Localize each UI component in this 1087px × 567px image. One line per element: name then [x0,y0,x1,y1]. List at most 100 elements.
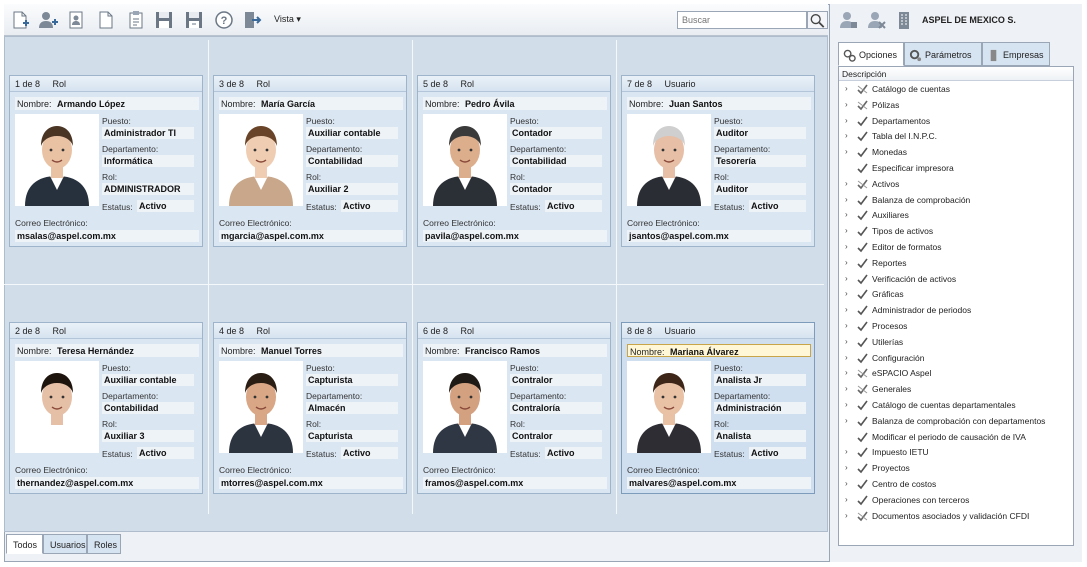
partial-permission-icon[interactable] [857,84,868,95]
tree-item[interactable]: › Procesos [839,319,1073,334]
tab-parametros[interactable]: Parámetros [904,42,982,66]
tree-item[interactable]: › Balanza de comprobación [839,193,1073,208]
tree-item[interactable]: Modificar el periodo de causación de IVA [839,430,1073,445]
check-icon[interactable] [857,479,868,490]
user-card[interactable]: 5 de 8 Rol Nombre: Pedro Ávila Puesto: C… [417,75,611,247]
tree-item[interactable]: › Utilerías [839,335,1073,350]
expand-arrow-icon[interactable]: › [845,84,848,93]
expand-arrow-icon[interactable]: › [845,147,848,156]
partial-permission-icon[interactable] [857,511,868,522]
user-settings-icon[interactable] [838,10,858,30]
tree-item[interactable]: › Editor de formatos [839,240,1073,255]
tree-item[interactable]: › Generales [839,382,1073,397]
check-icon[interactable] [857,116,868,127]
tab-todos[interactable]: Todos [6,534,43,554]
tree-item[interactable]: › Configuración [839,351,1073,366]
remove-user-icon[interactable] [866,10,886,30]
user-profile-icon[interactable] [66,10,86,30]
tree-item[interactable]: › Proyectos [839,461,1073,476]
user-card[interactable]: 3 de 8 Rol Nombre: María García Puesto: … [213,75,407,247]
tree-item[interactable]: › Balanza de comprobación con departament… [839,414,1073,429]
check-icon[interactable] [857,400,868,411]
tree-item[interactable]: › Tabla del I.N.P.C. [839,129,1073,144]
user-card[interactable]: 6 de 8 Rol Nombre: Francisco Ramos Puest… [417,322,611,494]
check-icon[interactable] [857,242,868,253]
search-input[interactable] [677,11,807,29]
expand-arrow-icon[interactable]: › [845,368,848,377]
expand-arrow-icon[interactable]: › [845,447,848,456]
check-icon[interactable] [857,447,868,458]
tab-usuarios[interactable]: Usuarios [43,534,87,554]
clipboard-icon[interactable] [126,10,146,30]
tree-item[interactable]: › Auxiliares [839,208,1073,223]
tree-item[interactable]: › Catálogo de cuentas [839,82,1073,97]
check-icon[interactable] [857,163,868,174]
tree-item[interactable]: › Catálogo de cuentas departamentales [839,398,1073,413]
tree-item[interactable]: › Operaciones con terceros [839,493,1073,508]
check-icon[interactable] [857,337,868,348]
check-icon[interactable] [857,131,868,142]
tree-item[interactable]: › Pólizas [839,98,1073,113]
check-icon[interactable] [857,274,868,285]
check-icon[interactable] [857,321,868,332]
check-icon[interactable] [857,147,868,158]
check-icon[interactable] [857,495,868,506]
expand-arrow-icon[interactable]: › [845,337,848,346]
tab-empresas[interactable]: Empresas [982,42,1050,66]
check-icon[interactable] [857,353,868,364]
expand-arrow-icon[interactable]: › [845,353,848,362]
check-icon[interactable] [857,463,868,474]
check-icon[interactable] [857,289,868,300]
expand-arrow-icon[interactable]: › [845,258,848,267]
expand-arrow-icon[interactable]: › [845,416,848,425]
partial-permission-icon[interactable] [857,368,868,379]
user-card[interactable]: 8 de 8 Usuario Nombre: Mariana Álvarez P… [621,322,815,494]
tab-roles[interactable]: Roles [87,534,121,554]
save-icon[interactable] [154,10,174,30]
check-icon[interactable] [857,195,868,206]
check-icon[interactable] [857,432,868,443]
expand-arrow-icon[interactable]: › [845,274,848,283]
partial-permission-icon[interactable] [857,179,868,190]
check-icon[interactable] [857,416,868,427]
tree-item[interactable]: › Impuesto IETU [839,445,1073,460]
check-icon[interactable] [857,305,868,316]
tree-item[interactable]: › Tipos de activos [839,224,1073,239]
expand-arrow-icon[interactable]: › [845,195,848,204]
user-card[interactable]: 7 de 8 Usuario Nombre: Juan Santos Puest… [621,75,815,247]
expand-arrow-icon[interactable]: › [845,116,848,125]
expand-arrow-icon[interactable]: › [845,479,848,488]
save-as-icon[interactable] [184,10,204,30]
check-icon[interactable] [857,210,868,221]
view-menu[interactable]: Vista ▾ [274,14,301,25]
search-button[interactable] [807,11,828,29]
expand-arrow-icon[interactable]: › [845,495,848,504]
tree-item[interactable]: › Departamentos [839,114,1073,129]
expand-arrow-icon[interactable]: › [845,179,848,188]
add-user-icon[interactable] [38,10,58,30]
tree-item[interactable]: › Documentos asociados y validación CFDI [839,509,1073,524]
expand-arrow-icon[interactable]: › [845,131,848,140]
expand-arrow-icon[interactable]: › [845,289,848,298]
user-card[interactable]: 1 de 8 Rol Nombre: Armando López Puesto:… [9,75,203,247]
tree-item[interactable]: › Reportes [839,256,1073,271]
tree-item[interactable]: › eSPACIO Aspel [839,366,1073,381]
tree-item[interactable]: › Verificación de activos [839,272,1073,287]
partial-permission-icon[interactable] [857,384,868,395]
tree-item[interactable]: › Monedas [839,145,1073,160]
expand-arrow-icon[interactable]: › [845,226,848,235]
expand-arrow-icon[interactable]: › [845,305,848,314]
expand-arrow-icon[interactable]: › [845,242,848,251]
expand-arrow-icon[interactable]: › [845,384,848,393]
tab-opciones[interactable]: Opciones [838,42,904,66]
expand-arrow-icon[interactable]: › [845,210,848,219]
expand-arrow-icon[interactable]: › [845,100,848,109]
new-record-icon[interactable] [10,10,30,30]
exit-icon[interactable] [242,10,262,30]
help-icon[interactable]: ? [214,10,234,30]
tree-item[interactable]: › Administrador de periodos [839,303,1073,318]
tree-item[interactable]: › Centro de costos [839,477,1073,492]
expand-arrow-icon[interactable]: › [845,400,848,409]
tree-item[interactable]: › Activos [839,177,1073,192]
expand-arrow-icon[interactable]: › [845,511,848,520]
